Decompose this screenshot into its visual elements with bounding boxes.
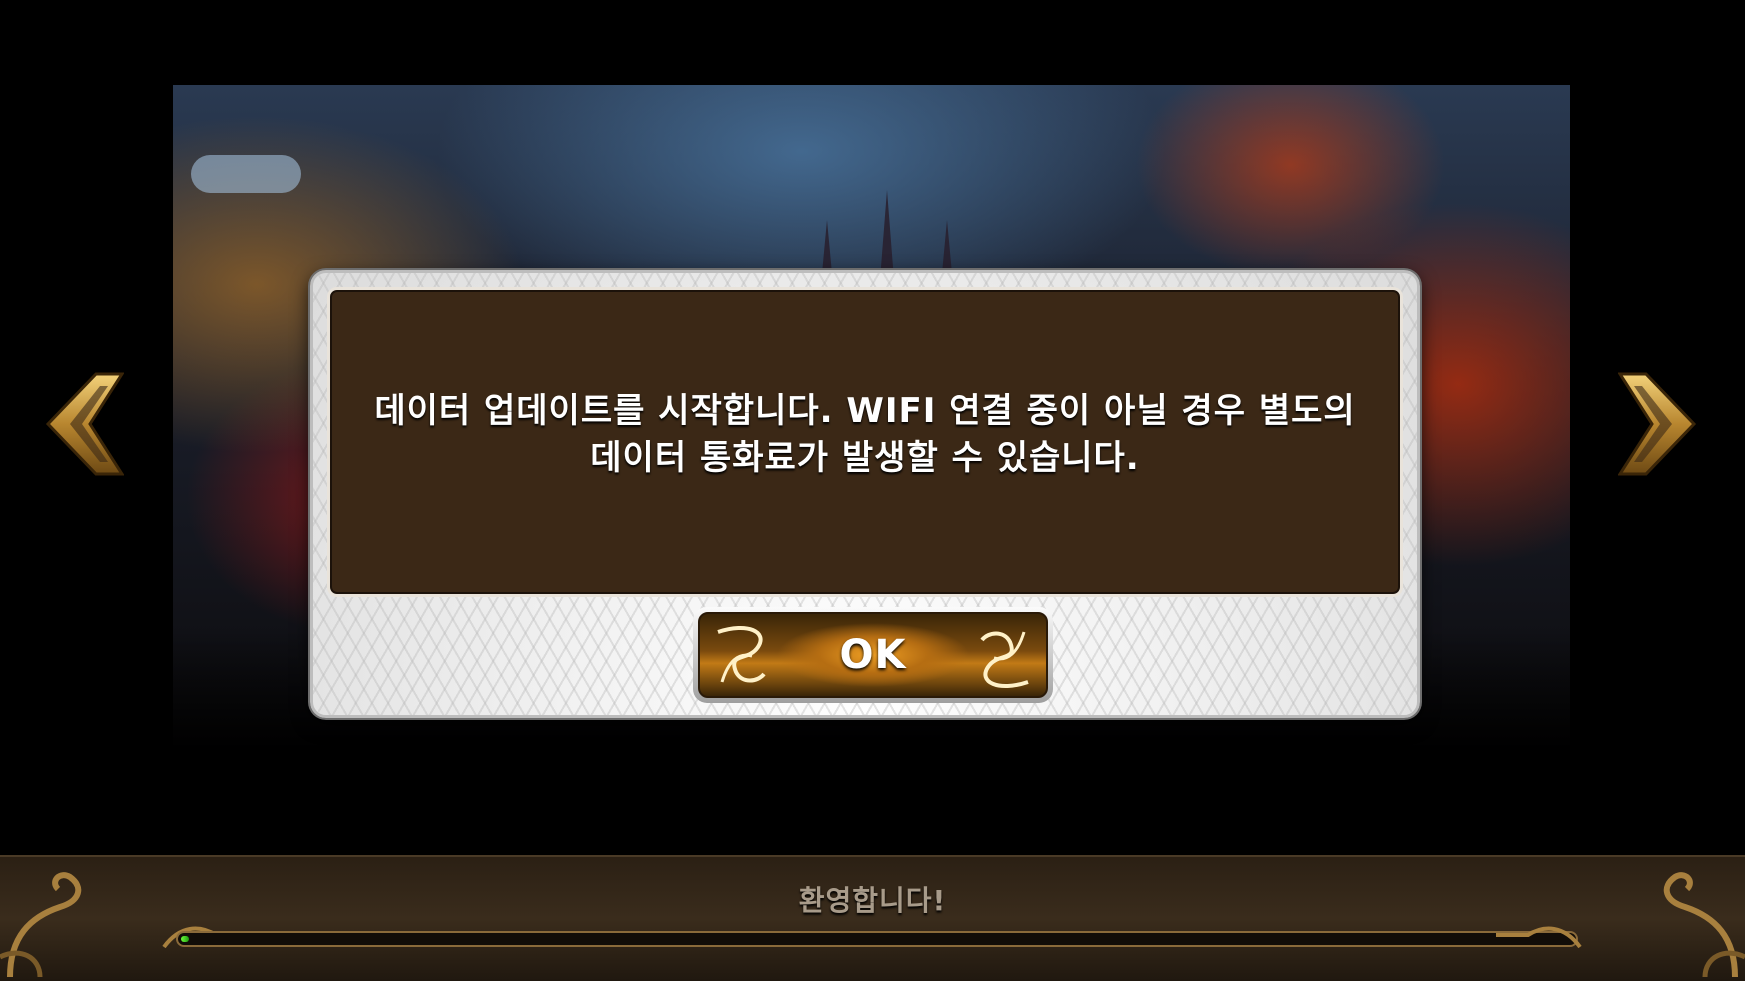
message-panel: 데이터 업데이트를 시작합니다. WIFI 연결 중이 아닐 경우 별도의 데이… <box>327 287 1403 597</box>
ok-button-label: OK <box>839 632 907 678</box>
loading-bar-area: 환영합니다! <box>0 855 1745 981</box>
corner-ornament-icon <box>1663 872 1745 978</box>
loading-progress-bar <box>176 931 1578 947</box>
flourish-ornament-icon <box>717 626 766 683</box>
flourish-ornament-icon <box>980 631 1029 688</box>
chevron-left-icon[interactable] <box>44 372 124 476</box>
chevron-right-icon[interactable] <box>1618 372 1698 476</box>
corner-ornament-icon <box>0 872 82 978</box>
welcome-text: 환영합니다! <box>798 884 947 917</box>
ok-button[interactable]: OK <box>693 607 1053 703</box>
cloud-emblem <box>191 155 301 193</box>
bar-ornament-icon <box>1496 926 1582 949</box>
dialog-message-line-1: 데이터 업데이트를 시작합니다. WIFI 연결 중이 아닐 경우 별도의 <box>374 391 1356 431</box>
loading-progress-fill <box>181 936 189 942</box>
ok-button-face: OK <box>698 612 1048 698</box>
update-dialog: 데이터 업데이트를 시작합니다. WIFI 연결 중이 아닐 경우 별도의 데이… <box>310 270 1420 718</box>
dialog-message-line-2: 데이터 통화료가 발생할 수 있습니다. <box>590 438 1140 478</box>
